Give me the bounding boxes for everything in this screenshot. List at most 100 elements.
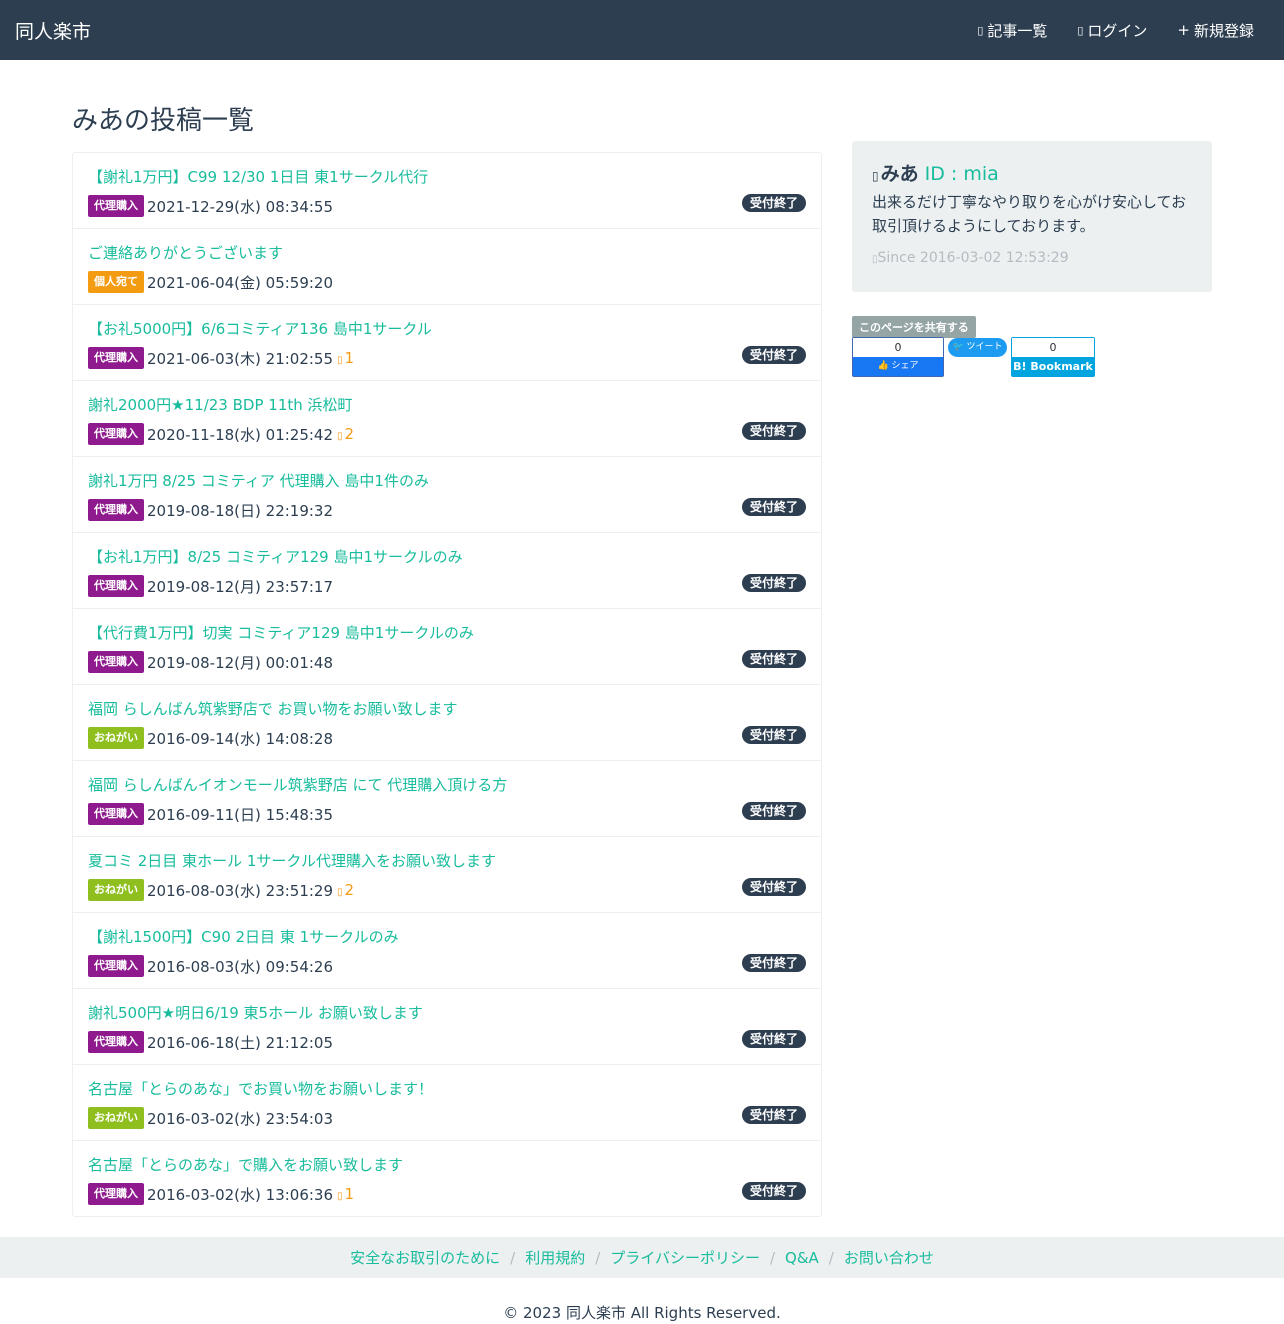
post-row: 福岡 らしんばんイオンモール筑紫野店 にて 代理購入頂ける方 代理購入 2016-0…: [73, 761, 821, 837]
post-date: 2021-12-29(水) 08:34:55: [147, 197, 334, 216]
post-meta: 代理購入 2016-06-18(土) 21:12:05: [88, 1031, 333, 1053]
post-meta: おねがい 2016-03-02(水) 23:54:03: [88, 1107, 333, 1129]
post-meta: 代理購入 2020-11-18(水) 01:25:42 ▯ 2: [88, 423, 354, 445]
footer-link[interactable]: Q&A: [785, 1249, 819, 1267]
twitter-tweet-button[interactable]: 🐦 ツイート: [948, 338, 1007, 357]
post-row: 【謝礼1500円】C90 2日目 東 1サークルのみ 代理購入 2016-08-03…: [73, 913, 821, 989]
page-title: みあの投稿一覧: [72, 106, 255, 136]
status-badge: 受付終了: [741, 422, 806, 440]
status-badge: 受付終了: [741, 650, 806, 668]
post-meta: 代理購入 2019-08-12(月) 00:01:48: [88, 651, 333, 673]
comment-icon: ▯: [337, 887, 343, 898]
plus-icon: +: [1177, 21, 1190, 39]
nav-menu: ▯ 記事一覧 ▯ ログイン + 新規登録: [947, 0, 1254, 60]
footer-link[interactable]: 安全なお取引のために: [350, 1247, 500, 1268]
post-row: 謝礼1万円 8/25 コミティア 代理購入 島中1件のみ 代理購入 2019-08-…: [73, 457, 821, 533]
category-badge: 代理購入: [88, 1183, 144, 1205]
post-date: 2021-06-03(木) 21:02:55: [147, 349, 334, 368]
status-badge: 受付終了: [741, 194, 806, 212]
category-badge: 代理購入: [88, 575, 144, 597]
category-badge: 代理購入: [88, 955, 144, 977]
comment-count: ▯ 1: [337, 1185, 355, 1203]
post-list: 【謝礼1万円】C99 12/30 1日目 東1サークル代行 代理購入 2021-12…: [72, 152, 822, 1217]
footer-links: 安全なお取引のために / 利用規約 / プライバシーポリシー / Q&A / お問い合わせ: [0, 1237, 1284, 1278]
post-meta: 代理購入 2019-08-12(月) 23:57:17: [88, 575, 333, 597]
profile-since: ▯Since 2016-03-02 12:53:29: [872, 250, 1069, 266]
footer-separator: /: [595, 1248, 601, 1267]
footer-separator: /: [828, 1248, 834, 1267]
footer-link[interactable]: 利用規約: [525, 1247, 585, 1268]
status-badge: 受付終了: [741, 346, 806, 364]
post-date: 2016-09-11(日) 15:48:35: [147, 805, 334, 824]
post-date: 2016-09-14(水) 14:08:28: [147, 729, 334, 748]
status-badge: 受付終了: [741, 498, 806, 516]
post-title-link[interactable]: 【お礼1万円】8/25 コミティア129 島中1サークルのみ: [88, 546, 463, 567]
profile-name: みあ: [880, 163, 919, 185]
post-title-link[interactable]: 【お礼5000円】6/6コミティア136 島中1サークル: [88, 318, 432, 339]
post-row: 【お礼5000円】6/6コミティア136 島中1サークル 代理購入 2021-06-…: [73, 305, 821, 381]
nav-item-articles[interactable]: ▯ 記事一覧: [977, 20, 1047, 41]
post-date: 2019-08-12(月) 23:57:17: [147, 577, 334, 596]
post-row: ご連絡ありがとうございます 個人宛て 2021-06-04(金) 05:59:20: [73, 229, 821, 305]
comment-count: ▯ 1: [337, 349, 355, 367]
category-badge: おねがい: [88, 1107, 144, 1129]
profile-header: ▯ みあ ID : mia: [872, 159, 1192, 186]
hatena-bookmark-label: B! Bookmark: [1012, 357, 1094, 376]
footer-link[interactable]: お問い合わせ: [844, 1247, 934, 1268]
twitter-bird-icon: 🐦: [952, 342, 964, 352]
post-title-link[interactable]: 【謝礼1万円】C99 12/30 1日目 東1サークル代行: [88, 166, 428, 187]
category-badge: 代理購入: [88, 347, 144, 369]
category-badge: おねがい: [88, 727, 144, 749]
post-date: 2019-08-12(月) 00:01:48: [147, 653, 334, 672]
nav-item-label: ログイン: [1087, 21, 1148, 40]
footer-link[interactable]: プライバシーポリシー: [610, 1247, 760, 1268]
post-row: 謝礼500円★明日6/19 東5ホール お願い致します 代理購入 2016-06-1…: [73, 989, 821, 1065]
list-icon: ▯: [977, 23, 984, 37]
hatena-bookmark-button[interactable]: 0 B! Bookmark: [1011, 337, 1095, 377]
post-title-link[interactable]: 名古屋「とらのあな」でお買い物をお願いします！: [88, 1078, 433, 1099]
status-badge: 受付終了: [741, 878, 806, 896]
post-meta: 代理購入 2021-12-29(水) 08:34:55: [88, 195, 333, 217]
nav-item-label: 記事一覧: [987, 21, 1048, 40]
share-box: このページを共有する 0 👍 シェア 🐦 ツイート 0 B! Bookmark: [852, 316, 1152, 378]
post-title-link[interactable]: 福岡 らしんばん筑紫野店で お買い物をお願い致します: [88, 698, 458, 719]
hatena-count: 0: [1012, 338, 1094, 357]
post-meta: 代理購入 2019-08-18(日) 22:19:32: [88, 499, 333, 521]
post-title-link[interactable]: 【謝礼1500円】C90 2日目 東 1サークルのみ: [88, 926, 399, 947]
category-badge: 代理購入: [88, 195, 144, 217]
profile-panel: ▯ みあ ID : mia 出来るだけ丁寧なやり取りを心がけ安心してお取引頂ける…: [852, 141, 1212, 292]
status-badge: 受付終了: [741, 574, 806, 592]
category-badge: 代理購入: [88, 1031, 144, 1053]
post-meta: 代理購入 2016-03-02(水) 13:06:36 ▯ 1: [88, 1183, 354, 1205]
post-title-link[interactable]: 謝礼2000円★11/23 BDP 11th 浜松町: [88, 394, 353, 415]
facebook-like-label: 👍 シェア: [853, 357, 943, 376]
post-date: 2016-06-18(土) 21:12:05: [147, 1033, 334, 1052]
post-title-link[interactable]: ご連絡ありがとうございます: [88, 242, 283, 263]
post-meta: 個人宛て 2021-06-04(金) 05:59:20: [88, 271, 333, 293]
category-badge: 個人宛て: [88, 271, 144, 293]
post-date: 2016-08-03(水) 09:54:26: [147, 957, 334, 976]
post-row: 名古屋「とらのあな」で購入をお願い致します 代理購入 2016-03-02(水) 1…: [73, 1141, 821, 1216]
brand-logo[interactable]: 同人楽市: [15, 17, 91, 44]
nav-item-login[interactable]: ▯ ログイン: [1077, 20, 1147, 41]
navbar: 同人楽市 ▯ 記事一覧 ▯ ログイン + 新規登録: [0, 0, 1284, 60]
facebook-share-button[interactable]: 0 👍 シェア: [852, 337, 944, 377]
post-title-link[interactable]: 福岡 らしんばんイオンモール筑紫野店 にて 代理購入頂ける方: [88, 774, 507, 795]
comment-count: ▯ 2: [337, 425, 355, 443]
post-date: 2021-06-04(金) 05:59:20: [147, 273, 334, 292]
facebook-count: 0: [853, 338, 943, 357]
post-title-link[interactable]: 夏コミ 2日目 東ホール 1サークル代理購入をお願い致します: [88, 850, 496, 871]
nav-item-label: 新規登録: [1193, 21, 1254, 40]
post-title-link[interactable]: 謝礼500円★明日6/19 東5ホール お願い致します: [88, 1002, 423, 1023]
nav-item-register[interactable]: + 新規登録: [1177, 20, 1254, 41]
status-badge: 受付終了: [741, 1106, 806, 1124]
footer-separator: /: [510, 1248, 516, 1267]
profile-id-link[interactable]: ID : mia: [925, 163, 999, 185]
category-badge: 代理購入: [88, 499, 144, 521]
post-title-link[interactable]: 名古屋「とらのあな」で購入をお願い致します: [88, 1154, 403, 1175]
share-label: このページを共有する: [852, 316, 976, 338]
category-badge: 代理購入: [88, 803, 144, 825]
post-date: 2016-03-02(水) 13:06:36: [147, 1185, 334, 1204]
post-title-link[interactable]: 謝礼1万円 8/25 コミティア 代理購入 島中1件のみ: [88, 470, 429, 491]
post-title-link[interactable]: 【代行費1万円】切実 コミティア129 島中1サークルのみ: [88, 622, 474, 643]
